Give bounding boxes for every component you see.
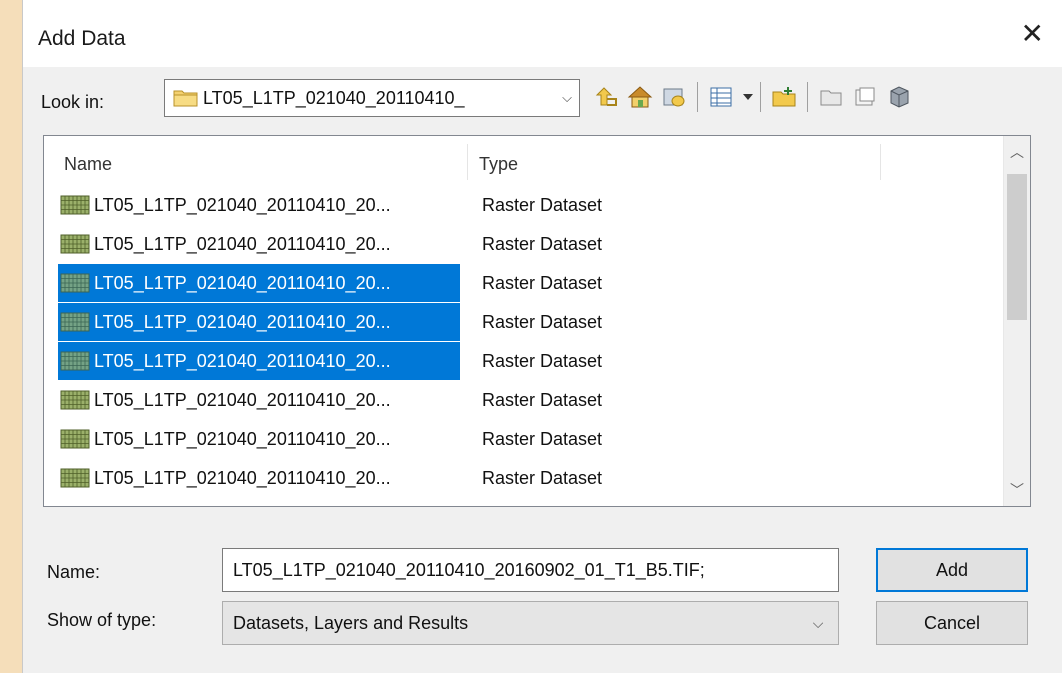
list-item-name: LT05_L1TP_021040_20110410_20... [90, 264, 460, 302]
list-item[interactable]: LT05_L1TP_021040_20110410_20... Raster Da… [44, 303, 1006, 341]
list-item-name: LT05_L1TP_021040_20110410_20... [90, 303, 460, 341]
list-item-type: Raster Dataset [482, 390, 603, 410]
list-item-name: LT05_L1TP_021040_20110410_20... [94, 234, 391, 254]
name-label: Name: [47, 562, 101, 582]
raster-dataset-icon [60, 468, 90, 488]
list-item-name: LT05_L1TP_021040_20110410_20... [94, 195, 391, 215]
chevron-down-icon: ⌵ [562, 90, 572, 105]
raster-dataset-icon [60, 195, 90, 215]
list-item[interactable]: LT05_L1TP_021040_20110410_20... Raster Da… [44, 225, 1006, 263]
raster-dataset-icon [60, 312, 90, 332]
list-item-name: LT05_L1TP_021040_20110410_20... [90, 342, 460, 380]
up-one-level-icon[interactable] [591, 81, 621, 113]
scroll-up-icon[interactable]: ︿ [1004, 142, 1030, 162]
look-in-dropdown[interactable]: LT05_L1TP_021040_20110410_ ⌵ [164, 79, 580, 117]
scroll-down-icon[interactable]: ﹀ [1004, 480, 1030, 500]
list-item-name: LT05_L1TP_021040_20110410_20... [94, 390, 391, 410]
list-item-type: Raster Dataset [482, 195, 603, 215]
dialog-body: Look in: LT05_L1TP_021040_20110410_ ⌵ Na… [23, 67, 1062, 673]
list-item-type: Raster Dataset [482, 429, 603, 449]
raster-dataset-icon [60, 351, 90, 371]
column-divider [467, 144, 468, 180]
list-item[interactable]: LT05_L1TP_021040_20110410_20... Raster Da… [44, 186, 1006, 224]
list-item-type: Raster Dataset [482, 351, 603, 371]
list-item-type: Raster Dataset [482, 234, 603, 254]
list-item-type: Raster Dataset [482, 312, 603, 332]
show-of-type-dropdown[interactable]: Datasets, Layers and Results ⌵ [222, 601, 839, 645]
toolbar-separator [760, 82, 761, 112]
raster-dataset-icon [60, 429, 90, 449]
new-layer-icon[interactable] [850, 81, 880, 113]
home-icon[interactable] [625, 81, 655, 113]
raster-dataset-icon [60, 390, 90, 410]
geodatabase-icon[interactable] [884, 81, 914, 113]
folder-icon [173, 88, 199, 108]
column-divider [880, 144, 881, 180]
vertical-scrollbar[interactable]: ︿ ﹀ [1003, 136, 1030, 506]
new-item-icon[interactable] [816, 81, 846, 113]
list-item[interactable]: LT05_L1TP_021040_20110410_20... Raster Da… [44, 420, 1006, 458]
list-item[interactable]: LT05_L1TP_021040_20110410_20... Raster Da… [44, 459, 1006, 497]
add-button[interactable]: Add [876, 548, 1028, 592]
show-of-type-value: Datasets, Layers and Results [233, 612, 469, 633]
column-header-type[interactable]: Type [479, 154, 518, 175]
toolbar-separator [697, 82, 698, 112]
chevron-down-icon: ⌵ [812, 614, 824, 631]
list-item-name: LT05_L1TP_021040_20110410_20... [94, 468, 391, 488]
view-options-icon[interactable] [706, 81, 736, 113]
list-item-name: LT05_L1TP_021040_20110410_20... [90, 498, 395, 506]
column-header-name[interactable]: Name [64, 154, 112, 175]
close-icon[interactable]: ✕ [1021, 20, 1044, 48]
list-item[interactable]: LT05_L1TP_021040_20110410_20... Raster Da… [44, 264, 1006, 302]
show-of-type-label: Show of type: [47, 610, 157, 630]
list-item-type: Raster Dataset [482, 468, 603, 488]
new-folder-icon[interactable] [769, 81, 799, 113]
name-input[interactable]: LT05_L1TP_021040_20110410_20160902_01_T1… [222, 548, 839, 592]
look-in-label: Look in: [41, 92, 105, 112]
raster-dataset-icon [60, 273, 90, 293]
list-header: Name Type [44, 136, 1004, 186]
toolbar [591, 81, 918, 113]
list-item[interactable]: LT05_L1TP_021040_20110410_20... Raster Da… [44, 381, 1006, 419]
toolbar-separator [807, 82, 808, 112]
view-dropdown-icon[interactable] [740, 81, 756, 113]
list-item[interactable]: LT05_L1TP_021040_20110410_20... Raster Da… [44, 498, 1006, 506]
list-item-name: LT05_L1TP_021040_20110410_20... [94, 429, 391, 449]
list-item-type: Raster Dataset [482, 498, 602, 506]
list-item[interactable]: LT05_L1TP_021040_20110410_20... Raster Da… [44, 342, 1006, 380]
raster-dataset-icon [60, 234, 90, 254]
list-item-type: Raster Dataset [482, 273, 603, 293]
scroll-thumb[interactable] [1007, 174, 1027, 320]
dialog-title: Add Data [38, 27, 126, 50]
file-list[interactable]: Name Type LT05_L1TP_021040_20110410_20..… [43, 135, 1031, 507]
connect-folder-icon[interactable] [659, 81, 689, 113]
cancel-button[interactable]: Cancel [876, 601, 1028, 645]
add-data-dialog: Add Data ✕ Look in: LT05_L1TP_021040_201… [22, 0, 1062, 673]
look-in-value: LT05_L1TP_021040_20110410_ [203, 87, 465, 108]
